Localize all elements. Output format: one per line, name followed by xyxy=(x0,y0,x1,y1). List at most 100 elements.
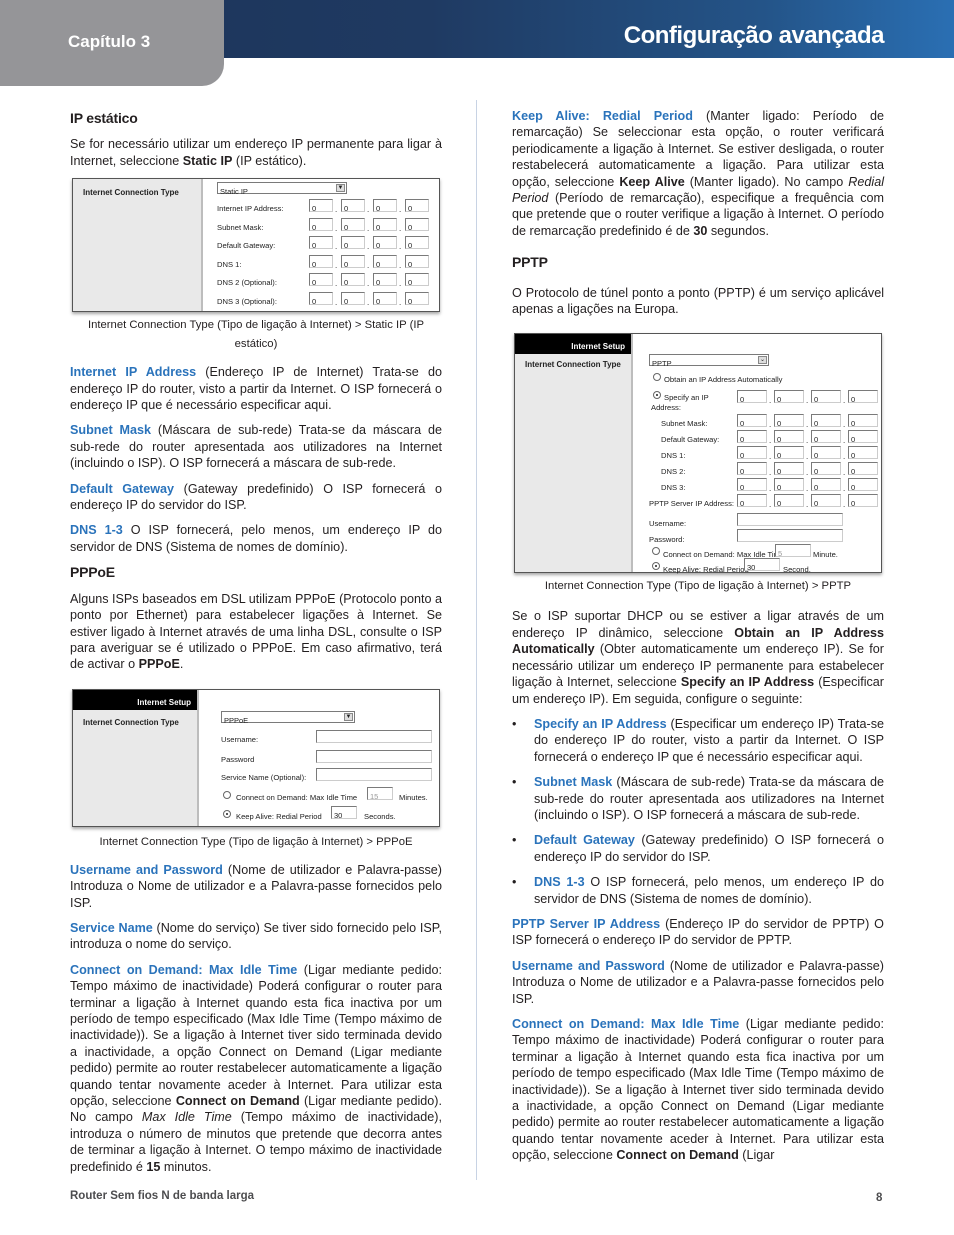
page-title: Configuração avançada xyxy=(623,22,885,49)
ip-octet-input[interactable]: 0 xyxy=(341,217,365,232)
ip-octet-input[interactable]: 0 xyxy=(774,494,804,508)
ip-octet-input[interactable]: 0 xyxy=(737,390,767,404)
password-input[interactable] xyxy=(737,529,843,543)
figure-sidebar: Internet Setup Internet Connection Type xyxy=(515,334,633,573)
ip-octet-input[interactable]: 0 xyxy=(405,199,429,213)
service-name-input[interactable] xyxy=(316,767,432,781)
ip-octet-input[interactable]: 0 xyxy=(848,494,878,508)
ip-octet-input[interactable]: 0 xyxy=(341,291,365,306)
keep-alive-radio[interactable] xyxy=(652,562,660,571)
max-idle-time-input[interactable]: 5 xyxy=(775,544,811,558)
service-name-label: Service Name (Optional): xyxy=(221,772,307,782)
octet-separator: . xyxy=(769,436,772,446)
connect-on-demand-radio[interactable] xyxy=(652,547,660,556)
username-label: Username: xyxy=(649,519,687,529)
ip-octet-input[interactable]: 0 xyxy=(774,414,804,428)
redial-period-input[interactable]: 30 xyxy=(331,805,357,820)
ip-octet-input[interactable]: 0 xyxy=(737,430,767,444)
ip-octet-input[interactable]: 0 xyxy=(405,291,429,306)
ip-octet-input[interactable]: 0 xyxy=(309,236,333,250)
definition-term: Subnet Mask xyxy=(70,423,152,438)
definition-para: DNS 1-3 O ISP fornecerá, pelo menos, um … xyxy=(70,522,442,555)
ip-octet-input[interactable]: 0 xyxy=(848,478,878,492)
username-input[interactable] xyxy=(737,513,843,527)
octet-separator: . xyxy=(843,468,846,478)
connect-on-demand-label: Connect on Demand: Max Idle Time xyxy=(236,792,358,802)
octet-separator: . xyxy=(806,484,809,494)
ip-octet-input[interactable]: 0 xyxy=(737,494,767,508)
ip-octet-input[interactable]: 0 xyxy=(811,430,841,444)
ip-octet-input[interactable]: 0 xyxy=(373,273,397,287)
ip-octet-input[interactable]: 0 xyxy=(405,273,429,287)
definition-term: Internet IP Address xyxy=(70,365,197,380)
ip-octet-input[interactable]: 0 xyxy=(373,199,397,213)
ip-octet-input[interactable]: 0 xyxy=(309,199,333,213)
octet-separator: . xyxy=(335,260,338,270)
ip-octet-input[interactable]: 0 xyxy=(811,414,841,428)
ip-octet-input[interactable]: 0 xyxy=(737,462,767,476)
ip-octet-input[interactable]: 0 xyxy=(811,446,841,460)
redial-period-input[interactable]: 30 xyxy=(744,558,780,572)
username-input[interactable] xyxy=(316,729,432,743)
ip-octet-input[interactable]: 0 xyxy=(774,390,804,404)
ip-octet-input[interactable]: 0 xyxy=(848,390,878,404)
ip-octet-input[interactable]: 0 xyxy=(811,494,841,508)
connection-type-select[interactable]: PPPoE ▼ xyxy=(221,710,355,725)
ip-octet-input[interactable]: 0 xyxy=(737,446,767,460)
side-header: Internet Setup xyxy=(515,334,631,355)
ip-octet-input[interactable]: 0 xyxy=(373,236,397,250)
ip-octet-input[interactable]: 0 xyxy=(309,291,333,306)
ip-octet-input[interactable]: 0 xyxy=(309,273,333,287)
ip-octet-input[interactable]: 0 xyxy=(737,478,767,492)
ip-octet-input[interactable]: 0 xyxy=(774,446,804,460)
octet-separator: . xyxy=(769,396,772,406)
definition-term: DNS 1-3 xyxy=(534,875,585,890)
ip-octet-input[interactable]: 0 xyxy=(848,430,878,444)
keep-alive-radio[interactable] xyxy=(223,809,231,818)
connection-type-select[interactable]: Static IP ▼ xyxy=(217,182,347,196)
specify-ip-radio[interactable] xyxy=(653,391,661,400)
ip-field-label: Subnet Mask: xyxy=(661,419,708,429)
ip-octet-input[interactable]: 0 xyxy=(373,254,397,269)
ip-octet-input[interactable]: 0 xyxy=(309,254,333,269)
ip-octet-input[interactable]: 0 xyxy=(811,390,841,404)
ip-octet-input[interactable]: 0 xyxy=(405,254,429,269)
connection-type-select[interactable]: PPTP ⌄ xyxy=(649,354,769,368)
ip-octet-input[interactable]: 0 xyxy=(341,273,365,287)
ip-octet-input[interactable]: 0 xyxy=(774,462,804,476)
figure-caption: Internet Connection Type (Tipo de ligaçã… xyxy=(544,580,852,593)
right-column: Keep Alive: Redial Period (Manter ligado… xyxy=(512,108,884,1173)
ip-octet-input[interactable]: 0 xyxy=(848,446,878,460)
obtain-ip-radio[interactable] xyxy=(653,373,661,382)
ip-octet-input[interactable]: 0 xyxy=(774,430,804,444)
connect-on-demand-radio[interactable] xyxy=(223,790,231,799)
ip-octet-input[interactable]: 0 xyxy=(811,462,841,476)
chevron-down-icon: ▼ xyxy=(344,712,353,721)
figure-sidebar: Internet Connection Type xyxy=(73,179,203,312)
ip-octet-input[interactable]: 0 xyxy=(341,254,365,269)
list-item: Default Gateway (Gateway predefinido) O … xyxy=(512,832,884,865)
ip-field-label: DNS 3 (Optional): xyxy=(217,296,277,306)
ip-octet-input[interactable]: 0 xyxy=(341,236,365,250)
ip-octet-input[interactable]: 0 xyxy=(341,199,365,213)
ip-octet-input[interactable]: 0 xyxy=(373,217,397,232)
definition-term: Default Gateway xyxy=(70,481,175,496)
ip-octet-input[interactable]: 0 xyxy=(737,414,767,428)
column-divider xyxy=(476,100,477,1180)
octet-separator: . xyxy=(769,452,772,462)
side-label: Internet Connection Type xyxy=(83,188,179,198)
ip-octet-input[interactable]: 0 xyxy=(774,478,804,492)
password-input[interactable] xyxy=(316,749,432,763)
ip-octet-input[interactable]: 0 xyxy=(405,217,429,232)
ip-octet-input[interactable]: 0 xyxy=(848,462,878,476)
pptp-server-label: PPTP Server IP Address: xyxy=(649,499,734,509)
octet-separator: . xyxy=(769,420,772,430)
ip-octet-input[interactable]: 0 xyxy=(848,414,878,428)
max-idle-time-input[interactable]: 15 xyxy=(367,786,393,801)
ip-octet-input[interactable]: 0 xyxy=(811,478,841,492)
octet-separator: . xyxy=(367,242,370,252)
ip-octet-input[interactable]: 0 xyxy=(373,291,397,306)
ip-octet-input[interactable]: 0 xyxy=(309,217,333,232)
ip-field-label: DNS 1: xyxy=(661,451,686,461)
ip-octet-input[interactable]: 0 xyxy=(405,236,429,250)
